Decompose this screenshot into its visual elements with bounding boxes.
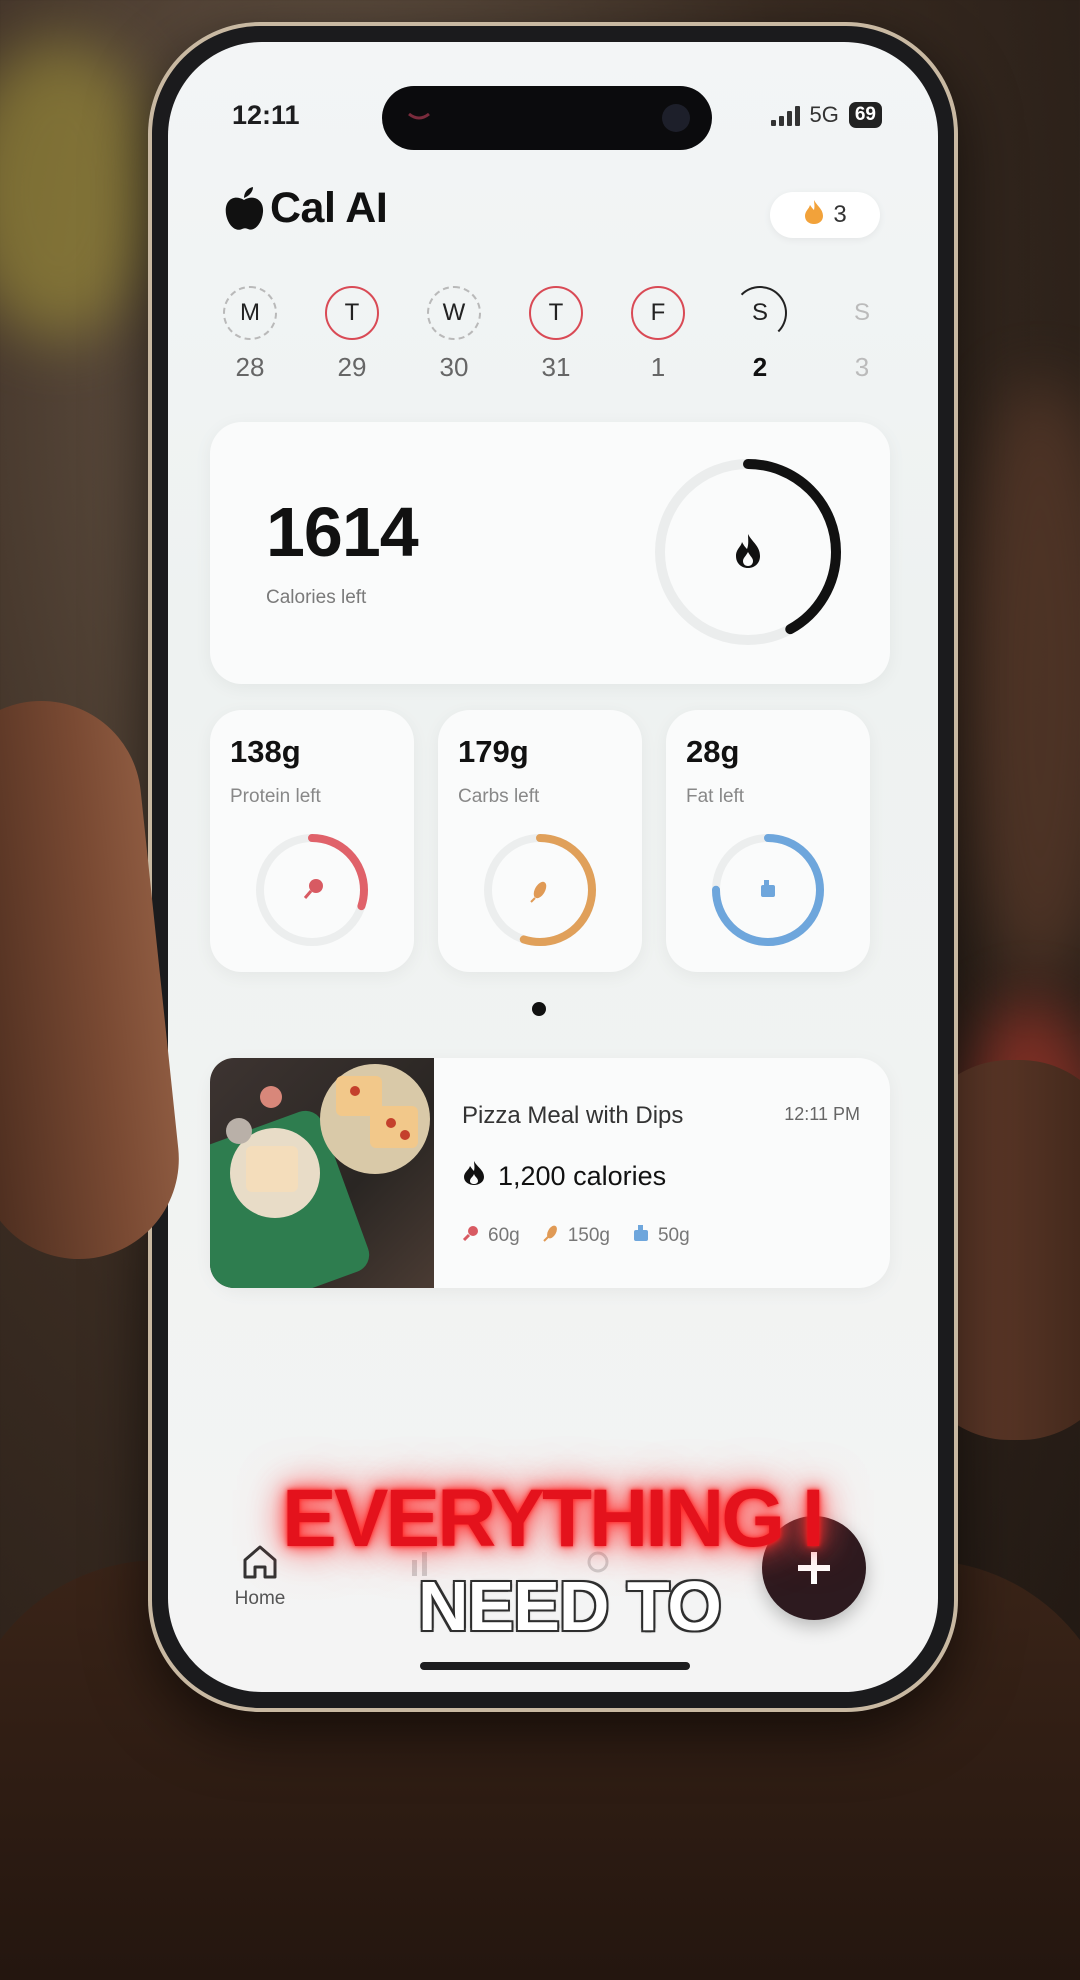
island-activity-icon bbox=[404, 102, 434, 132]
meal-card[interactable]: Pizza Meal with Dips 12:11 PM 1,200 calo… bbox=[210, 1058, 890, 1288]
meal-fat: 50g bbox=[632, 1224, 690, 1248]
carbs-left-label: Carbs left bbox=[458, 786, 540, 807]
tab-home-label: Home bbox=[234, 1588, 286, 1609]
calories-ring bbox=[655, 459, 841, 645]
calories-left-value: 1614 bbox=[266, 493, 419, 571]
app-brand: Cal AI bbox=[224, 184, 388, 233]
day-letter: S bbox=[853, 299, 870, 326]
calories-left-label: Calories left bbox=[266, 587, 367, 608]
day-letter: T bbox=[529, 286, 583, 340]
protein-ring bbox=[256, 834, 368, 946]
fat-left-value: 28g bbox=[686, 734, 740, 769]
day-item-selected[interactable]: S 2 bbox=[720, 286, 800, 383]
streak-count: 3 bbox=[833, 201, 847, 228]
meal-protein: 60g bbox=[462, 1224, 520, 1248]
meal-macros: 60g 150g 50g bbox=[462, 1224, 690, 1248]
day-item[interactable]: T 29 bbox=[312, 286, 392, 383]
protein-left-label: Protein left bbox=[230, 786, 321, 807]
meal-time: 12:11 PM bbox=[784, 1104, 860, 1124]
phone-screen: 12:11 5G 69 Cal AI 3 M 28 T 29 W 30 T 31… bbox=[168, 42, 938, 1692]
week-strip: M 28 T 29 W 30 T 31 F 1 S 2 S 3 bbox=[210, 286, 900, 396]
carbs-left-value: 179g bbox=[458, 734, 529, 769]
caption-line-2: NEED TO bbox=[418, 1567, 722, 1645]
flame-icon bbox=[736, 534, 760, 568]
signal-icon bbox=[770, 104, 800, 126]
battery-icon: 69 bbox=[848, 102, 882, 128]
day-item[interactable]: M 28 bbox=[210, 286, 290, 383]
calories-card[interactable]: 1614 Calories left bbox=[210, 422, 890, 684]
day-date: 31 bbox=[541, 352, 571, 382]
day-item[interactable]: S 3 bbox=[822, 286, 902, 383]
flame-icon bbox=[462, 1160, 486, 1193]
page-indicator-dot[interactable] bbox=[532, 1002, 546, 1016]
meal-carbs-value: 150g bbox=[567, 1225, 610, 1246]
status-time: 12:11 bbox=[232, 100, 300, 130]
carbs-ring bbox=[484, 834, 596, 946]
protein-left-value: 138g bbox=[230, 734, 301, 769]
oil-drop-icon bbox=[761, 880, 775, 897]
day-date: 1 bbox=[650, 352, 666, 382]
day-letter: W bbox=[427, 286, 481, 340]
meal-carbs: 150g bbox=[542, 1224, 610, 1248]
status-indicators: 5G 69 bbox=[770, 102, 882, 128]
front-camera bbox=[662, 104, 690, 132]
home-indicator bbox=[420, 1662, 690, 1670]
dynamic-island bbox=[382, 86, 712, 150]
meal-calories: 1,200 calories bbox=[462, 1160, 666, 1193]
drumstick-icon bbox=[462, 1224, 480, 1248]
day-date: 30 bbox=[439, 352, 469, 382]
oil-drop-icon bbox=[632, 1224, 650, 1248]
phone: 12:11 5G 69 Cal AI 3 M 28 T 29 W 30 T 31… bbox=[148, 22, 958, 1712]
background-blur bbox=[0, 40, 160, 340]
streak-badge[interactable]: 3 bbox=[770, 192, 880, 238]
protein-card[interactable]: 138g Protein left bbox=[210, 710, 414, 972]
meal-calories-value: 1,200 calories bbox=[498, 1161, 667, 1191]
meal-fat-value: 50g bbox=[657, 1225, 690, 1246]
background-blur bbox=[960, 380, 1080, 980]
day-date: 2 bbox=[752, 352, 768, 382]
day-date: 29 bbox=[337, 352, 367, 382]
flame-icon bbox=[803, 199, 825, 232]
app-name: Cal AI bbox=[270, 184, 388, 232]
meal-photo bbox=[210, 1058, 434, 1288]
caption-line-1: EVERYTHING I bbox=[282, 1473, 825, 1564]
day-date: 28 bbox=[235, 352, 265, 382]
day-letter: F bbox=[631, 286, 685, 340]
network-label: 5G bbox=[809, 102, 839, 127]
day-letter: S bbox=[733, 286, 787, 340]
meal-name: Pizza Meal with Dips bbox=[462, 1102, 684, 1129]
fat-left-label: Fat left bbox=[686, 786, 745, 807]
apple-logo-icon bbox=[224, 186, 264, 232]
day-item[interactable]: W 30 bbox=[414, 286, 494, 383]
fat-card[interactable]: 28g Fat left bbox=[666, 710, 870, 972]
fat-ring bbox=[712, 834, 824, 946]
day-date: 3 bbox=[854, 352, 870, 382]
meal-protein-value: 60g bbox=[488, 1225, 520, 1246]
carbs-card[interactable]: 179g Carbs left bbox=[438, 710, 642, 972]
wheat-icon bbox=[530, 881, 547, 903]
day-item[interactable]: T 31 bbox=[516, 286, 596, 383]
drumstick-icon bbox=[303, 879, 323, 899]
day-item[interactable]: F 1 bbox=[618, 286, 698, 383]
day-letter: M bbox=[223, 286, 277, 340]
wheat-icon bbox=[542, 1224, 560, 1248]
day-letter: T bbox=[325, 286, 379, 340]
